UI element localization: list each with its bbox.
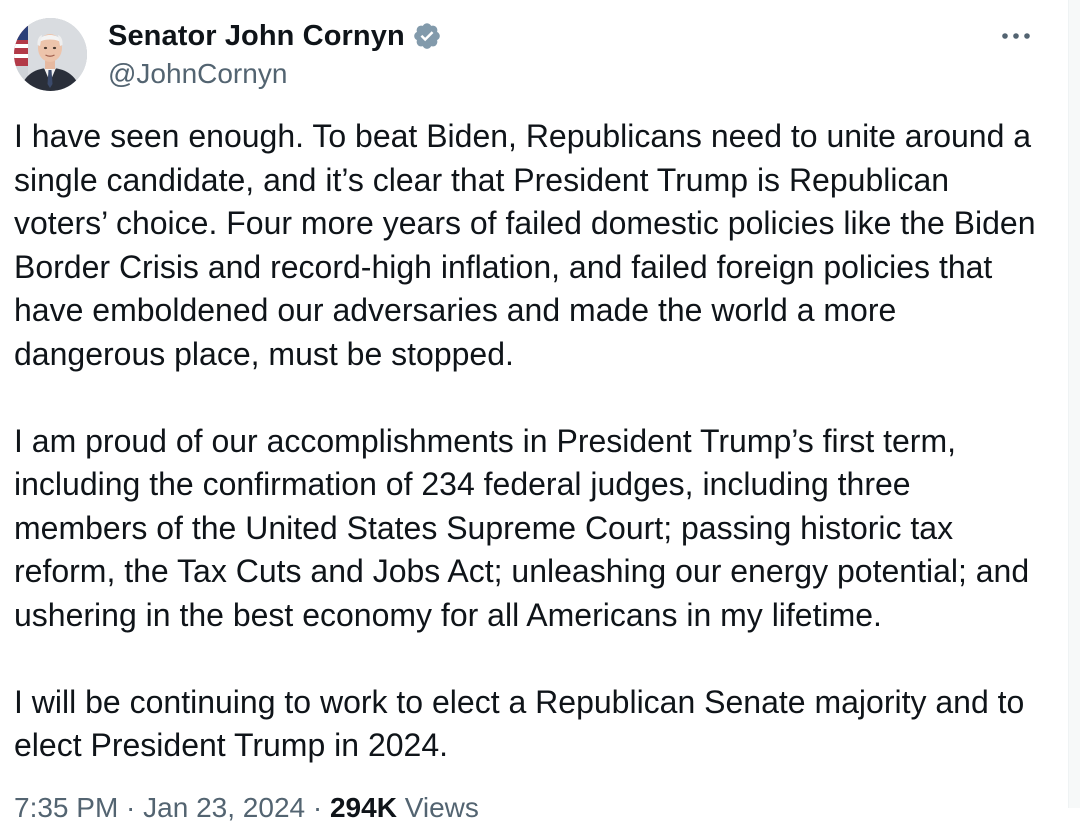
avatar[interactable] xyxy=(14,18,87,91)
more-options-button[interactable] xyxy=(996,22,1036,50)
tweet-author: Senator John Cornyn @JohnCornyn xyxy=(108,16,442,92)
timeline-divider xyxy=(1068,0,1080,808)
author-name-row: Senator John Cornyn xyxy=(108,16,442,56)
verified-badge-icon[interactable] xyxy=(412,21,442,51)
tweet-meta: 7:35 PM · Jan 23, 2024 · 294K Views xyxy=(14,790,479,826)
author-display-name[interactable]: Senator John Cornyn xyxy=(108,20,405,53)
more-horizontal-icon xyxy=(1002,33,1030,39)
tweet-paragraph-2: I am proud of our accomplishments in Pre… xyxy=(14,422,1030,633)
tweet-card: Senator John Cornyn @JohnCornyn I have s… xyxy=(0,0,1068,823)
tweet-paragraph-3: I will be continuing to work to elect a … xyxy=(14,683,1025,764)
profile-photo-icon xyxy=(14,18,87,91)
tweet-text: I have seen enough. To beat Biden, Repub… xyxy=(14,115,1054,768)
author-handle[interactable]: @JohnCornyn xyxy=(108,56,442,92)
tweet-paragraph-1: I have seen enough. To beat Biden, Repub… xyxy=(14,118,1036,372)
